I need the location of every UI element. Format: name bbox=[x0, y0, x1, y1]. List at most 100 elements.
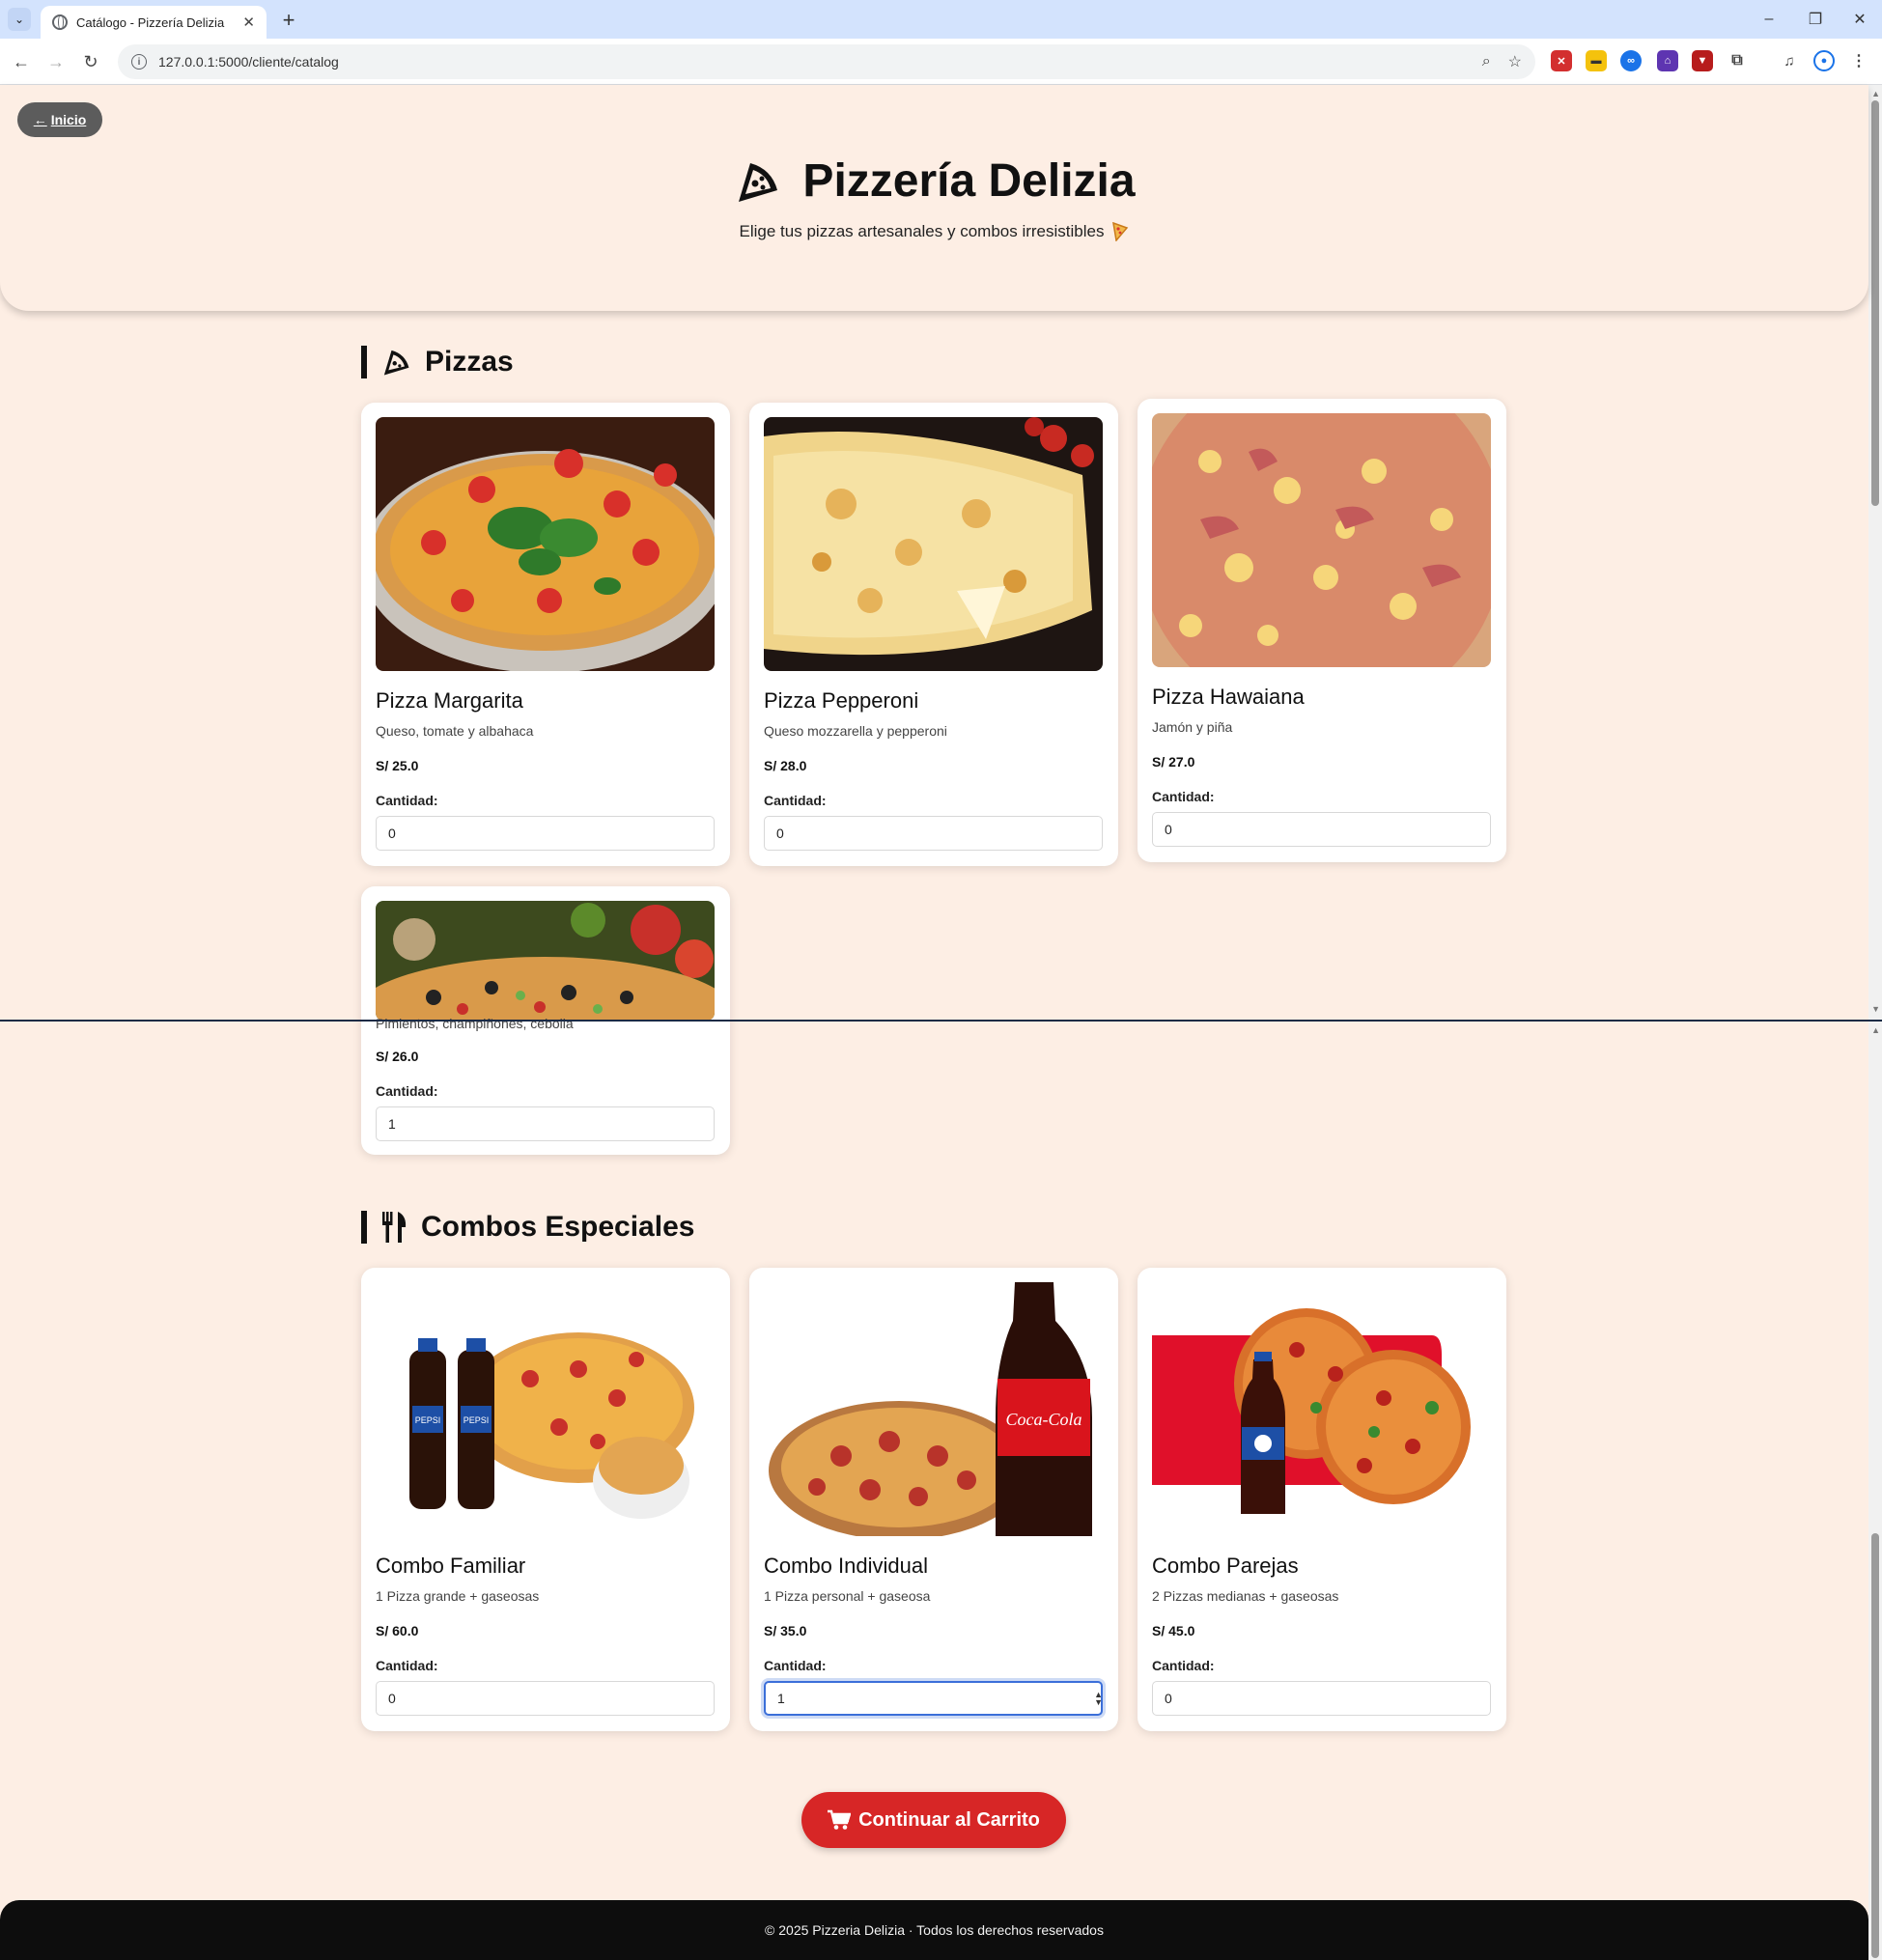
media-control-icon[interactable]: ♫ bbox=[1779, 50, 1800, 71]
shield-extension-icon[interactable]: ✕ bbox=[1551, 50, 1572, 71]
product-card-margarita: Pizza Margarita Queso, tomate y albahaca… bbox=[361, 403, 730, 866]
screenshot-seam-divider bbox=[0, 1020, 1882, 1022]
highlighter-extension-icon[interactable]: ▬ bbox=[1586, 50, 1607, 71]
cart-button-label: Continuar al Carrito bbox=[858, 1808, 1040, 1831]
quantity-input[interactable] bbox=[764, 1681, 1103, 1716]
restore-window-icon[interactable]: ❐ bbox=[1796, 6, 1835, 33]
page-subtitle-row: Elige tus pizzas artesanales y combos ir… bbox=[0, 222, 1868, 241]
menu-kebab-icon[interactable]: ⋮ bbox=[1848, 50, 1869, 71]
profile-avatar-icon[interactable]: ● bbox=[1813, 50, 1835, 71]
reload-icon[interactable]: ↻ bbox=[77, 48, 104, 75]
product-card-combo-parejas: Combo Parejas 2 Pizzas medianas + gaseos… bbox=[1138, 1268, 1506, 1731]
minimize-window-icon[interactable]: – bbox=[1750, 6, 1788, 33]
close-window-icon[interactable]: ✕ bbox=[1840, 6, 1879, 33]
quantity-input[interactable] bbox=[764, 816, 1103, 851]
scroll-down-arrow-icon[interactable]: ▼ bbox=[1871, 1004, 1880, 1014]
continue-to-cart-button[interactable]: Continuar al Carrito bbox=[801, 1792, 1066, 1848]
product-card-pepperoni: Pizza Pepperoni Queso mozzarella y peppe… bbox=[749, 403, 1118, 866]
product-card-hawaiana: Pizza Hawaiana Jamón y piña S/ 27.0 Cant… bbox=[1138, 399, 1506, 862]
product-name: Combo Parejas bbox=[1152, 1554, 1299, 1578]
new-tab-plus-icon[interactable]: + bbox=[276, 8, 301, 33]
page-footer: © 2025 Pizzeria Delizia · Todos los dere… bbox=[0, 1900, 1868, 1960]
product-price: S/ 25.0 bbox=[376, 758, 419, 773]
product-price: S/ 27.0 bbox=[1152, 754, 1195, 770]
tab-search-chevron-icon[interactable]: ⌄ bbox=[8, 8, 31, 31]
combos-heading: Combos Especiales bbox=[421, 1211, 695, 1243]
product-description: Pimientos, champiñones, cebolla bbox=[376, 1016, 574, 1031]
scrollbar-thumb-top[interactable] bbox=[1871, 100, 1879, 506]
extensions-puzzle-icon[interactable]: ⧉ bbox=[1727, 50, 1748, 71]
product-description: Queso mozzarella y pepperoni bbox=[764, 723, 947, 739]
product-price: S/ 45.0 bbox=[1152, 1623, 1195, 1638]
back-home-button[interactable]: ← Inicio bbox=[17, 102, 102, 137]
scroll-up-arrow-icon-2[interactable]: ▲ bbox=[1871, 1025, 1880, 1035]
pepsi-logo-text: PEPSI bbox=[463, 1415, 490, 1425]
product-price: S/ 26.0 bbox=[376, 1049, 419, 1064]
pizza-emoji-icon bbox=[1112, 222, 1129, 241]
address-bar[interactable]: i 127.0.0.1:5000/cliente/catalog ⌕ ☆ bbox=[118, 44, 1535, 79]
pepsi-logo-text: PEPSI bbox=[415, 1415, 441, 1425]
page-subtitle: Elige tus pizzas artesanales y combos ir… bbox=[739, 222, 1105, 240]
browser-tab-strip: ⌄ Catálogo - Pizzería Delizia ✕ + – ❐ ✕ bbox=[0, 0, 1882, 39]
margarita-image bbox=[376, 417, 715, 671]
product-name: Pizza Pepperoni bbox=[764, 688, 919, 713]
quantity-label: Cantidad: bbox=[764, 1658, 827, 1673]
pizzas-section-heading: Pizzas bbox=[361, 346, 514, 378]
globe-icon bbox=[52, 14, 68, 30]
quantity-label: Cantidad: bbox=[1152, 1658, 1215, 1673]
hawaiana-image bbox=[1152, 413, 1491, 667]
product-price: S/ 28.0 bbox=[764, 758, 807, 773]
product-description: 1 Pizza personal + gaseosa bbox=[764, 1588, 931, 1604]
quantity-label: Cantidad: bbox=[376, 1083, 438, 1099]
quantity-input[interactable] bbox=[376, 1681, 715, 1716]
quantity-input[interactable] bbox=[1152, 812, 1491, 847]
quantity-input[interactable] bbox=[376, 1106, 715, 1141]
quantity-label: Cantidad: bbox=[376, 793, 438, 808]
product-description: 2 Pizzas medianas + gaseosas bbox=[1152, 1588, 1339, 1604]
site-info-icon[interactable]: i bbox=[131, 54, 147, 70]
browser-tab-active[interactable]: Catálogo - Pizzería Delizia ✕ bbox=[41, 6, 267, 39]
quantity-label: Cantidad: bbox=[1152, 789, 1215, 804]
heading-accent-bar bbox=[361, 1211, 367, 1244]
product-price: S/ 60.0 bbox=[376, 1623, 419, 1638]
infinity-extension-icon[interactable]: ∞ bbox=[1620, 50, 1642, 71]
product-name: Pizza Margarita bbox=[376, 688, 523, 713]
counter-extension-icon[interactable]: ⌂ bbox=[1657, 50, 1678, 71]
bookmark-star-icon[interactable]: ☆ bbox=[1508, 52, 1522, 71]
product-description: Queso, tomate y albahaca bbox=[376, 723, 534, 739]
arrow-left-icon: ← bbox=[33, 112, 47, 127]
shopping-cart-icon bbox=[828, 1809, 852, 1830]
product-name: Combo Familiar bbox=[376, 1554, 526, 1578]
pepperoni-image bbox=[764, 417, 1103, 671]
footer-copyright: © 2025 Pizzeria Delizia · Todos los dere… bbox=[765, 1922, 1104, 1938]
security-extension-icon[interactable]: ▼ bbox=[1692, 50, 1713, 71]
back-arrow-icon[interactable]: ← bbox=[8, 48, 35, 75]
scrollbar-thumb-bottom[interactable] bbox=[1871, 1533, 1879, 1958]
vegetariana-image bbox=[376, 901, 715, 1021]
forward-arrow-icon[interactable]: → bbox=[42, 48, 70, 75]
pizza-slice-icon bbox=[739, 162, 778, 202]
coca-cola-logo-text: Coca-Cola bbox=[1006, 1410, 1082, 1429]
url-text[interactable]: 127.0.0.1:5000/cliente/catalog bbox=[158, 54, 1465, 70]
quantity-label: Cantidad: bbox=[376, 1658, 438, 1673]
heading-accent-bar bbox=[361, 346, 367, 378]
scroll-up-arrow-icon[interactable]: ▲ bbox=[1871, 89, 1880, 98]
quantity-input[interactable] bbox=[1152, 1681, 1491, 1716]
back-home-label: Inicio bbox=[50, 112, 87, 127]
product-description: 1 Pizza grande + gaseosas bbox=[376, 1588, 540, 1604]
product-price: S/ 35.0 bbox=[764, 1623, 807, 1638]
number-spinner-icon[interactable]: ▲ ▼ bbox=[1094, 1691, 1103, 1707]
close-tab-icon[interactable]: ✕ bbox=[242, 14, 255, 31]
product-description: Jamón y piña bbox=[1152, 719, 1233, 735]
zoom-icon[interactable]: ⌕ bbox=[1482, 53, 1491, 70]
product-card-combo-familiar: PEPSI PEPSI Combo Familiar 1 Pizza grand… bbox=[361, 1268, 730, 1731]
quantity-input[interactable] bbox=[376, 816, 715, 851]
product-name: Combo Individual bbox=[764, 1554, 928, 1578]
combo-individual-image: Coca-Cola bbox=[764, 1282, 1103, 1536]
utensils-icon bbox=[382, 1212, 407, 1243]
page-scrollbar[interactable] bbox=[1868, 85, 1882, 1960]
page-title: Pizzería Delizia bbox=[802, 155, 1136, 207]
combo-familiar-image: PEPSI PEPSI bbox=[376, 1282, 715, 1536]
product-card-combo-individual: Coca-Cola Combo Individual 1 Pizza perso… bbox=[749, 1268, 1118, 1731]
tab-title: Catálogo - Pizzería Delizia bbox=[76, 14, 225, 30]
